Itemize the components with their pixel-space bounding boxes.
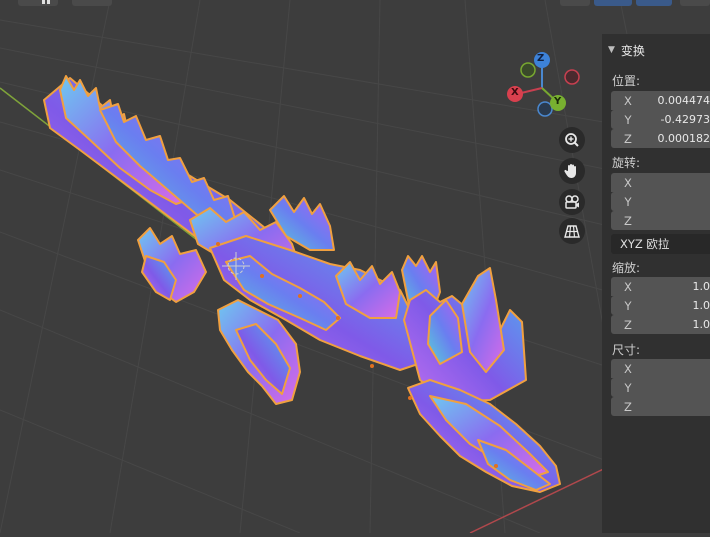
dimensions-y-axis: Y xyxy=(624,380,632,395)
location-label: 位置: xyxy=(612,74,641,88)
header-view-button[interactable] xyxy=(560,0,590,6)
zoom-icon xyxy=(565,133,579,147)
header-shading-button[interactable] xyxy=(680,0,710,6)
location-x-axis: X xyxy=(624,93,632,108)
location-x-value: 0.004474 xyxy=(657,94,710,107)
dimensions-y-field[interactable]: Y xyxy=(611,378,710,397)
sidebar-transform-panel: ▼ 变换 位置: X 0.004474 Y -0.42973 Z 0.00018… xyxy=(602,34,710,533)
gizmo-z-neg[interactable] xyxy=(537,101,553,117)
location-z-axis: Z xyxy=(624,131,632,146)
camera-view-button[interactable] xyxy=(559,189,585,215)
crystal-dragon-model[interactable] xyxy=(43,75,561,493)
dimensions-x-field[interactable]: X xyxy=(611,359,710,378)
gizmo-x-label: X xyxy=(511,87,519,98)
scale-y-axis: Y xyxy=(624,298,632,313)
gizmo-z-label: Z xyxy=(537,53,545,64)
header-gizmo-toggle[interactable] xyxy=(594,0,632,6)
pause-icon xyxy=(42,0,45,4)
rotation-mode-value: XYZ 欧拉 xyxy=(620,237,670,251)
dimensions-z-axis: Z xyxy=(624,399,632,414)
gizmo-y-label: Y xyxy=(554,96,562,107)
location-y-axis: Y xyxy=(624,112,632,127)
location-z-value: 0.000182 xyxy=(657,132,710,145)
rotation-mode-dropdown[interactable]: XYZ 欧拉 xyxy=(611,234,710,254)
rotation-label: 旋转: xyxy=(612,156,641,170)
rotation-x-field[interactable]: X xyxy=(611,173,710,192)
dimensions-label: 尺寸: xyxy=(612,343,641,357)
scale-x-axis: X xyxy=(624,279,632,294)
scale-y-value: 1.0 xyxy=(692,299,710,312)
scale-z-axis: Z xyxy=(624,317,632,332)
transform-panel-header[interactable]: ▼ 变换 xyxy=(602,40,710,60)
scale-z-field[interactable]: Z 1.0 xyxy=(611,315,710,334)
grid-icon xyxy=(564,225,580,238)
scale-label: 缩放: xyxy=(612,261,641,275)
scale-y-field[interactable]: Y 1.0 xyxy=(611,296,710,315)
rotation-z-axis: Z xyxy=(624,213,632,228)
pan-button[interactable] xyxy=(559,158,585,184)
scale-z-value: 1.0 xyxy=(692,318,710,331)
rotation-z-field[interactable]: Z xyxy=(611,211,710,230)
scale-x-field[interactable]: X 1.0 xyxy=(611,277,710,296)
dimensions-x-axis: X xyxy=(624,361,632,376)
gizmo-x-neg[interactable] xyxy=(564,69,580,85)
location-y-value: -0.42973 xyxy=(660,113,710,126)
gizmo-y-neg[interactable] xyxy=(520,62,536,78)
location-z-field[interactable]: Z 0.000182 xyxy=(611,129,710,148)
header-mode-button[interactable] xyxy=(18,0,58,6)
rotation-x-axis: X xyxy=(624,175,632,190)
zoom-button[interactable] xyxy=(559,127,585,153)
camera-icon xyxy=(565,195,579,209)
dimensions-z-field[interactable]: Z xyxy=(611,397,710,416)
perspective-toggle-button[interactable] xyxy=(559,218,585,244)
transform-panel-title: 变换 xyxy=(620,43,645,58)
location-y-field[interactable]: Y -0.42973 xyxy=(611,110,710,129)
hand-icon xyxy=(564,164,576,178)
scale-x-value: 1.0 xyxy=(692,280,710,293)
rotation-y-field[interactable]: Y xyxy=(611,192,710,211)
rotation-y-axis: Y xyxy=(624,194,632,209)
header-overlay-toggle[interactable] xyxy=(636,0,672,6)
header-select-button[interactable] xyxy=(72,0,112,6)
chevron-down-icon: ▼ xyxy=(608,45,615,55)
location-x-field[interactable]: X 0.004474 xyxy=(611,91,710,110)
